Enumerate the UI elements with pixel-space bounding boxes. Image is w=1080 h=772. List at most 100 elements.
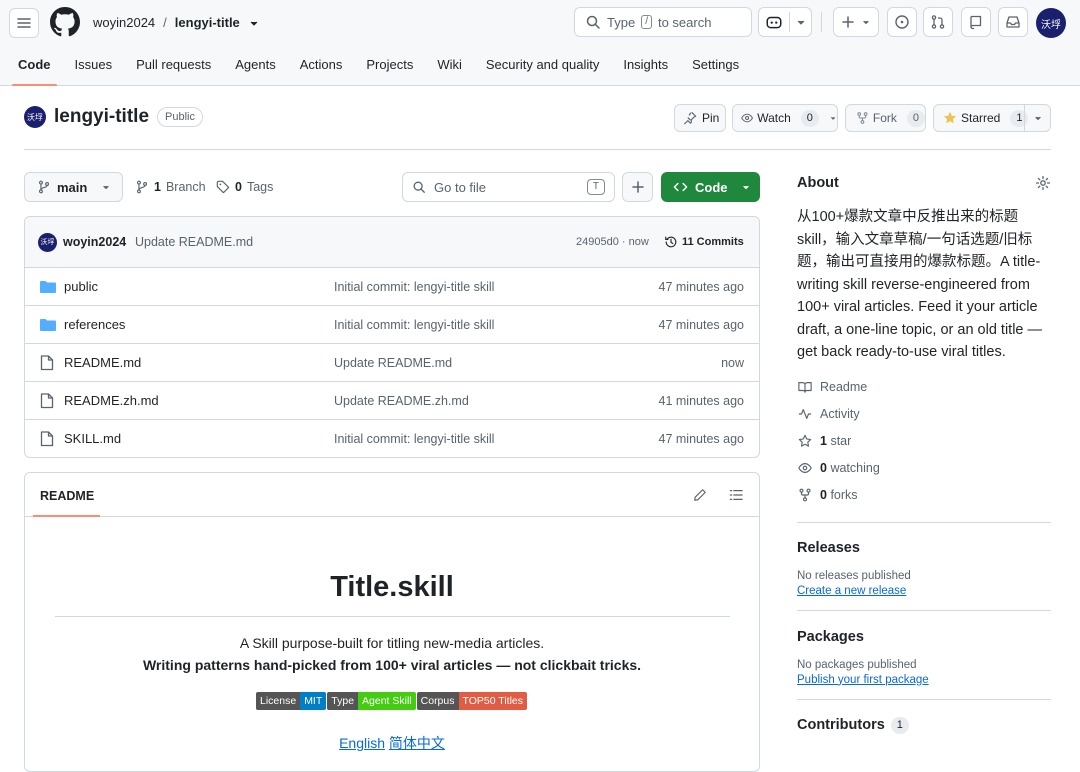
watching-count: 0 bbox=[820, 461, 827, 475]
file-commit-message[interactable]: Initial commit: lengyi-title skill bbox=[334, 280, 494, 294]
code-button-label: Code bbox=[695, 179, 728, 195]
github-logo[interactable] bbox=[50, 7, 80, 37]
commit-author[interactable]: woyin2024 bbox=[63, 235, 126, 249]
readme-lang-chinese[interactable]: 简体中文 bbox=[389, 735, 445, 751]
file-commit-message[interactable]: Initial commit: lengyi-title skill bbox=[334, 318, 494, 332]
breadcrumb-separator: / bbox=[163, 15, 167, 30]
outline-list-icon[interactable] bbox=[729, 488, 743, 502]
tab-issues[interactable]: Issues bbox=[63, 50, 125, 80]
search-placeholder: Type bbox=[607, 14, 636, 30]
pull-requests-button[interactable] bbox=[923, 7, 953, 37]
branch-selector[interactable]: main bbox=[24, 172, 123, 202]
tab-projects[interactable]: Projects bbox=[354, 50, 425, 80]
tab-pull-requests[interactable]: Pull requests bbox=[124, 50, 223, 80]
commit-message[interactable]: Update README.md bbox=[135, 235, 253, 249]
repo-icon bbox=[970, 15, 982, 30]
file-row[interactable]: public Initial commit: lengyi-title skill… bbox=[25, 267, 759, 305]
commit-author-avatar: 沃垺 bbox=[38, 232, 57, 252]
contributors-heading[interactable]: Contributors bbox=[797, 717, 885, 733]
fork-button[interactable]: Fork 0 bbox=[845, 104, 926, 132]
gear-icon[interactable] bbox=[1035, 175, 1051, 191]
badge-value: MIT bbox=[300, 692, 327, 710]
star-icon bbox=[798, 434, 812, 447]
menu-button[interactable] bbox=[9, 8, 39, 38]
fork-count: 0 bbox=[906, 109, 925, 127]
file-name[interactable]: README.md bbox=[64, 355, 141, 370]
tab-actions[interactable]: Actions bbox=[288, 50, 355, 80]
file-row[interactable]: README.zh.md Update README.zh.md 41 minute… bbox=[25, 381, 759, 419]
badge-type[interactable]: Type Agent Skill bbox=[327, 692, 416, 710]
activity-link-label: Activity bbox=[820, 407, 860, 421]
file-icon bbox=[40, 430, 54, 446]
readme-link-label: Readme bbox=[820, 380, 868, 394]
activity-link[interactable]: Activity bbox=[797, 401, 1051, 428]
forks-link[interactable]: 0 forks bbox=[797, 482, 1051, 509]
chevron-down-icon bbox=[103, 185, 110, 190]
tab-settings[interactable]: Settings bbox=[680, 50, 751, 80]
tab-code[interactable]: Code bbox=[6, 50, 63, 86]
search-input[interactable]: Type / to search bbox=[574, 7, 752, 37]
fork-icon bbox=[799, 488, 811, 502]
pin-label: Pin bbox=[702, 111, 720, 125]
search-icon bbox=[586, 15, 600, 29]
starred-button[interactable]: Starred 1 bbox=[933, 104, 1051, 132]
file-commit-message[interactable]: Update README.zh.md bbox=[334, 394, 469, 408]
badge-value: Agent Skill bbox=[358, 692, 416, 710]
chevron-down-icon[interactable] bbox=[1033, 113, 1043, 123]
watch-label: Watch bbox=[757, 111, 791, 125]
pin-button[interactable]: Pin bbox=[674, 104, 726, 132]
stars-link[interactable]: 1 star bbox=[797, 428, 1051, 455]
create-new-button[interactable] bbox=[833, 7, 879, 37]
plus-icon bbox=[842, 16, 854, 28]
add-file-button[interactable] bbox=[622, 172, 653, 202]
chevron-down-icon[interactable] bbox=[248, 17, 260, 29]
commits-link[interactable]: 11 Commits bbox=[664, 235, 744, 249]
tab-agents[interactable]: Agents bbox=[223, 50, 287, 80]
badge-corpus[interactable]: Corpus TOP50 Titles bbox=[416, 692, 527, 710]
watching-link[interactable]: 0 watching bbox=[797, 455, 1051, 482]
file-row[interactable]: SKILL.md Initial commit: lengyi-title ski… bbox=[25, 419, 759, 457]
inbox-button[interactable] bbox=[998, 7, 1028, 37]
forks-label: forks bbox=[830, 488, 858, 502]
forks-count: 0 bbox=[820, 488, 827, 502]
go-to-file-placeholder: Go to file bbox=[434, 179, 487, 195]
tab-wiki[interactable]: Wiki bbox=[425, 50, 474, 80]
create-release-link[interactable]: Create a new release bbox=[797, 585, 1051, 597]
file-commit-message[interactable]: Initial commit: lengyi-title skill bbox=[334, 432, 494, 446]
issues-button[interactable] bbox=[887, 7, 917, 37]
file-commit-message[interactable]: Update README.md bbox=[334, 356, 452, 370]
branches-link[interactable]: 1 Branch bbox=[135, 180, 206, 194]
file-name[interactable]: public bbox=[64, 279, 98, 294]
repo-link[interactable]: lengyi-title bbox=[175, 15, 240, 30]
tags-link[interactable]: 0 Tags bbox=[216, 180, 273, 194]
go-to-file-input[interactable]: Go to file T bbox=[402, 172, 615, 202]
branch-icon bbox=[136, 180, 148, 194]
file-row[interactable]: references Initial commit: lengyi-title s… bbox=[25, 305, 759, 343]
file-name[interactable]: references bbox=[64, 317, 125, 332]
packages-heading[interactable]: Packages bbox=[797, 629, 1051, 645]
file-name[interactable]: SKILL.md bbox=[64, 431, 121, 446]
pencil-icon[interactable] bbox=[693, 488, 707, 502]
releases-empty: No releases published bbox=[797, 569, 911, 582]
file-commit-time: 47 minutes ago bbox=[658, 317, 744, 332]
owner-link[interactable]: woyin2024 bbox=[93, 15, 155, 30]
releases-heading[interactable]: Releases bbox=[797, 540, 1051, 556]
code-button[interactable]: Code bbox=[661, 172, 760, 202]
publish-package-link[interactable]: Publish your first package bbox=[797, 674, 1051, 686]
repo-title[interactable]: lengyi-title bbox=[54, 106, 149, 128]
copilot-button[interactable] bbox=[758, 7, 812, 37]
watch-button[interactable]: Watch 0 bbox=[732, 104, 838, 132]
readme-link[interactable]: Readme bbox=[797, 374, 1051, 401]
badge-license[interactable]: License MIT bbox=[255, 692, 327, 710]
readme-lang-english[interactable]: English bbox=[339, 735, 385, 751]
pull-request-icon bbox=[931, 15, 945, 29]
tab-insights[interactable]: Insights bbox=[611, 50, 680, 80]
history-icon bbox=[665, 236, 677, 248]
file-row[interactable]: README.md Update README.md now bbox=[25, 343, 759, 381]
readme-tab[interactable]: README bbox=[40, 489, 94, 503]
user-avatar[interactable]: 沃垺 bbox=[1036, 8, 1066, 38]
tab-security-and-quality[interactable]: Security and quality bbox=[474, 50, 611, 80]
file-name[interactable]: README.zh.md bbox=[64, 393, 159, 408]
repositories-button[interactable] bbox=[961, 7, 991, 37]
commit-hash-time[interactable]: 24905d0 · now bbox=[576, 236, 649, 248]
